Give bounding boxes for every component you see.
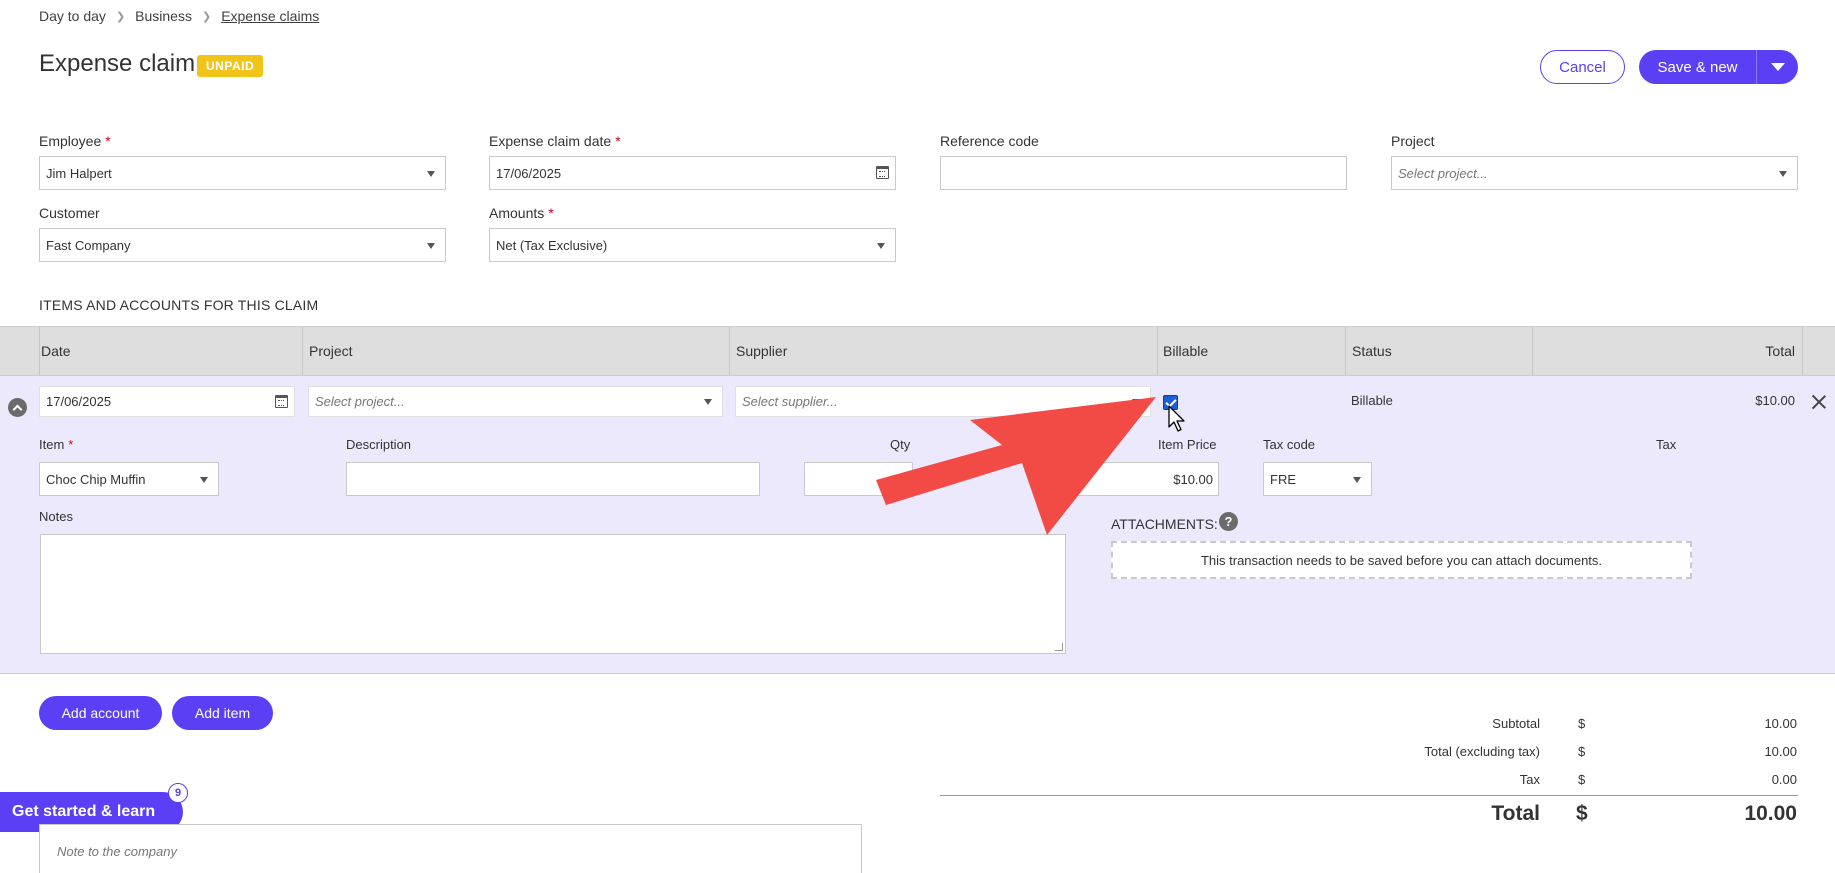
collapse-chevron-icon[interactable] <box>8 398 27 417</box>
column-status: Status <box>1352 343 1392 359</box>
column-billable: Billable <box>1163 343 1209 359</box>
column-divider <box>729 327 730 375</box>
dropdown-caret-icon <box>200 477 208 483</box>
claim-date-field[interactable]: 17/06/2025 <box>489 156 896 190</box>
line-date-field[interactable]: 17/06/2025 <box>39 386 295 417</box>
total-excluding-tax-currency: $ <box>1578 744 1586 759</box>
item-select[interactable]: Choc Chip Muffin <box>39 462 219 496</box>
breadcrumb-day-to-day[interactable]: Day to day <box>39 8 106 24</box>
dropdown-caret-icon <box>877 243 885 249</box>
customer-value: Fast Company <box>46 237 131 253</box>
add-account-button[interactable]: Add account <box>39 696 162 730</box>
get-started-learn-label: Get started & learn <box>12 803 156 820</box>
dropdown-caret-icon <box>1353 477 1361 483</box>
status-badge: UNPAID <box>197 55 264 77</box>
items-table-header: Date Project Supplier Billable Status To… <box>0 326 1835 376</box>
column-divider <box>1345 327 1346 375</box>
column-date: Date <box>41 343 71 359</box>
description-input[interactable] <box>346 462 760 496</box>
tax-code-label: Tax code <box>1263 437 1316 452</box>
learn-count-badge: 9 <box>168 783 188 803</box>
column-total: Total <box>1765 343 1795 359</box>
save-options-dropdown-button[interactable] <box>1756 50 1798 84</box>
line-project-select[interactable]: Select project... <box>308 386 723 417</box>
line-total: $10.00 <box>1755 393 1795 408</box>
dropdown-caret-icon <box>427 171 435 177</box>
item-price-value: $10.00 <box>1173 471 1213 487</box>
item-value: Choc Chip Muffin <box>46 471 146 487</box>
dropdown-caret-icon <box>704 399 712 405</box>
note-to-company-input[interactable]: Note to the company <box>39 824 862 873</box>
grand-total-label: Total <box>1491 802 1540 825</box>
project-select[interactable]: Select project... <box>1391 156 1798 190</box>
grand-total-currency: $ <box>1576 802 1588 825</box>
attachments-dropzone[interactable]: This transaction needs to be saved befor… <box>1111 541 1692 579</box>
customer-select[interactable]: Fast Company <box>39 228 446 262</box>
line-status: Billable <box>1351 393 1393 408</box>
caret-down-icon <box>1770 63 1785 71</box>
column-project: Project <box>309 343 353 359</box>
column-divider <box>1157 327 1158 375</box>
project-placeholder: Select project... <box>1398 165 1488 181</box>
close-icon[interactable] <box>1810 393 1828 411</box>
column-divider <box>39 327 40 375</box>
mouse-cursor-icon <box>1168 405 1185 432</box>
total-excluding-tax-label: Total (excluding tax) <box>1424 744 1540 759</box>
chevron-right-icon: ❯ <box>201 10 212 23</box>
project-label: Project <box>1391 133 1435 149</box>
column-divider <box>1532 327 1533 375</box>
breadcrumb-business[interactable]: Business <box>135 8 192 24</box>
reference-code-input[interactable] <box>940 156 1347 190</box>
save-and-new-button[interactable]: Save & new <box>1639 50 1756 84</box>
employee-select[interactable]: Jim Halpert <box>39 156 446 190</box>
resize-grip-icon[interactable] <box>1055 643 1063 651</box>
notes-label: Notes <box>39 509 73 524</box>
items-section-title: ITEMS AND ACCOUNTS FOR THIS CLAIM <box>39 297 319 313</box>
claim-date-label: Expense claim date * <box>489 133 621 149</box>
line-supplier-placeholder: Select supplier... <box>742 394 838 409</box>
column-divider <box>302 327 303 375</box>
reference-code-label: Reference code <box>940 133 1039 149</box>
summary-divider <box>940 795 1798 796</box>
tax-code-value: FRE <box>1270 471 1296 487</box>
tax-code-select[interactable]: FRE <box>1263 462 1372 496</box>
tax-total-value: 0.00 <box>1771 772 1797 787</box>
red-arrow-annotation <box>876 397 1156 535</box>
amounts-value: Net (Tax Exclusive) <box>496 237 608 253</box>
notes-textarea[interactable] <box>40 534 1066 654</box>
subtotal-value: 10.00 <box>1764 716 1797 731</box>
amounts-select[interactable]: Net (Tax Exclusive) <box>489 228 896 262</box>
claim-date-value: 17/06/2025 <box>496 165 562 181</box>
dropdown-caret-icon <box>1779 171 1787 177</box>
add-item-button[interactable]: Add item <box>172 696 273 730</box>
tax-total-currency: $ <box>1578 772 1586 787</box>
breadcrumb-expense-claims[interactable]: Expense claims <box>221 8 319 24</box>
chevron-right-icon: ❯ <box>115 10 126 23</box>
subtotal-currency: $ <box>1578 716 1586 731</box>
calendar-icon[interactable] <box>275 395 288 408</box>
description-label: Description <box>346 437 412 452</box>
line-date-value: 17/06/2025 <box>46 394 112 409</box>
help-icon[interactable]: ? <box>1219 512 1238 531</box>
cancel-button[interactable]: Cancel <box>1540 50 1625 84</box>
employee-value: Jim Halpert <box>46 165 112 181</box>
dropdown-caret-icon <box>427 243 435 249</box>
tax-total-label: Tax <box>1519 772 1540 787</box>
breadcrumb: Day to day ❯ Business ❯ Expense claims <box>39 8 319 24</box>
calendar-icon[interactable] <box>876 166 889 179</box>
customer-label: Customer <box>39 205 100 221</box>
subtotal-label: Subtotal <box>1492 716 1540 731</box>
employee-label: Employee * <box>39 133 111 149</box>
amounts-label: Amounts * <box>489 205 554 221</box>
column-divider <box>1802 327 1803 375</box>
grand-total-value: 10.00 <box>1744 802 1797 825</box>
line-project-placeholder: Select project... <box>315 394 405 409</box>
note-placeholder: Note to the company <box>57 844 177 859</box>
tax-label: Tax <box>1656 437 1677 452</box>
total-excluding-tax-value: 10.00 <box>1764 744 1797 759</box>
column-supplier: Supplier <box>736 343 788 359</box>
item-label: Item * <box>39 437 74 452</box>
page-title: Expense claim <box>39 50 196 77</box>
